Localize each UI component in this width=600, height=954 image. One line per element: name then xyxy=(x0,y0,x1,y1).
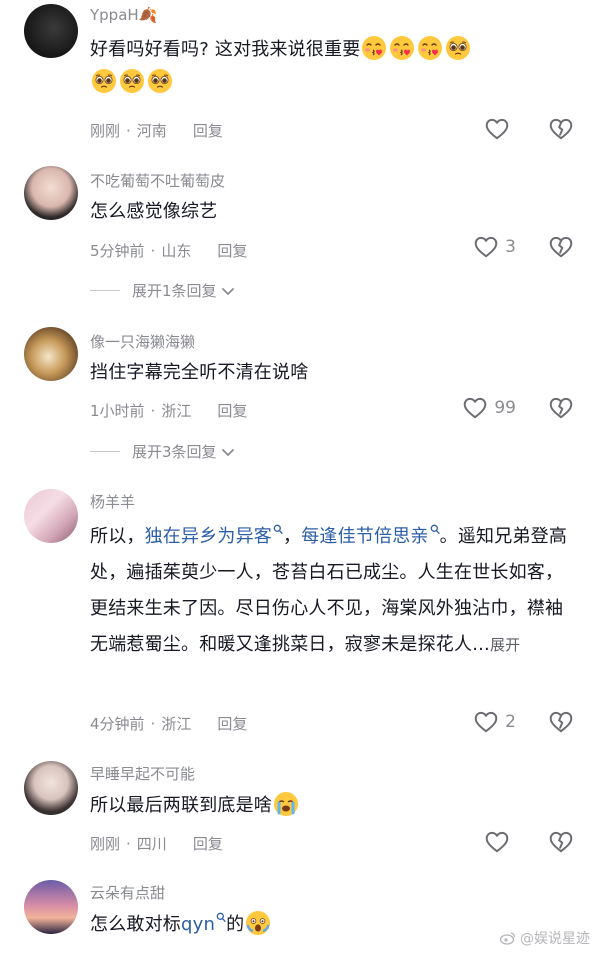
comment-text: 好看吗好看吗? 这对我来说很重要 xyxy=(90,33,580,99)
like-button[interactable] xyxy=(484,116,516,142)
like-button[interactable]: 2 xyxy=(473,709,516,735)
search-link[interactable]: qyn xyxy=(181,914,226,935)
broken-heart-icon xyxy=(548,234,574,260)
broken-heart-icon xyxy=(548,395,574,421)
screaming-emoji-icon xyxy=(245,910,271,936)
pleading-emoji-icon xyxy=(91,68,117,94)
weibo-logo-icon xyxy=(500,932,516,945)
dislike-button[interactable] xyxy=(548,395,574,425)
chevron-down-icon xyxy=(221,448,234,456)
reply-button[interactable]: 回复 xyxy=(217,715,247,733)
heart-outline-icon xyxy=(473,234,499,260)
broken-heart-icon xyxy=(548,829,574,855)
comment-location: 山东 xyxy=(161,242,192,260)
like-count: 99 xyxy=(494,398,516,418)
reply-button[interactable]: 回复 xyxy=(217,242,247,260)
comment-location: 四川 xyxy=(136,835,167,853)
dislike-button[interactable] xyxy=(548,116,574,146)
like-count: 2 xyxy=(505,712,516,732)
comment-meta: 刚刚 · 四川 回复 xyxy=(90,835,223,853)
search-icon xyxy=(273,524,283,536)
comment-location: 浙江 xyxy=(161,715,192,733)
comment-username[interactable]: 早睡早起不可能 xyxy=(90,763,195,784)
search-link[interactable]: 独在异乡为异客 xyxy=(145,526,283,547)
comment-text-content: 好看吗好看吗? 这对我来说很重要 xyxy=(90,39,361,60)
comment-username[interactable]: 杨羊羊 xyxy=(90,491,135,512)
comment-text-prefix: 所以， xyxy=(90,526,145,547)
dislike-button[interactable] xyxy=(548,829,574,859)
comment-location: 浙江 xyxy=(161,402,192,420)
watermark: @娱说星迹 xyxy=(500,928,590,948)
comment-meta: 4分钟前 · 浙江 回复 xyxy=(90,715,248,733)
comment-username[interactable]: 像一只海獭海獭 xyxy=(90,331,195,352)
kiss-emoji-icon xyxy=(361,35,387,61)
comment-text-rest: 的 xyxy=(226,914,245,935)
dislike-button[interactable] xyxy=(548,709,574,739)
comment-meta: 1小时前 · 浙江 回复 xyxy=(90,402,248,420)
expand-replies-button[interactable]: 展开1条回复 xyxy=(90,280,236,301)
heart-outline-icon xyxy=(484,116,510,142)
search-icon xyxy=(430,524,440,536)
comment-text: 怎么感觉像综艺 xyxy=(90,201,218,222)
comment-username[interactable]: YppaH🍂 xyxy=(90,6,157,24)
comment-time: 刚刚 xyxy=(90,835,121,853)
avatar[interactable] xyxy=(24,489,78,543)
comment-meta: 5分钟前 · 山东 回复 xyxy=(90,242,248,260)
search-link-text: 每逢佳节倍思亲 xyxy=(301,526,429,547)
comment-time: 5分钟前 xyxy=(90,242,145,260)
comment-text-prefix: 怎么敢对标 xyxy=(90,914,181,935)
broken-heart-icon xyxy=(548,116,574,142)
reply-button[interactable]: 回复 xyxy=(217,402,247,420)
comment-text: 所以最后两联到底是啥 xyxy=(90,789,580,822)
kiss-emoji-icon xyxy=(417,35,443,61)
like-button[interactable]: 99 xyxy=(462,395,516,421)
kiss-emoji-icon xyxy=(389,35,415,61)
reply-button[interactable]: 回复 xyxy=(193,122,223,140)
avatar[interactable] xyxy=(24,4,78,58)
heart-outline-icon xyxy=(462,395,488,421)
search-link-text: 独在异乡为异客 xyxy=(144,526,273,547)
comment-text-separator: ， xyxy=(283,526,302,547)
search-link[interactable]: 每逢佳节倍思亲 xyxy=(301,526,439,547)
avatar[interactable] xyxy=(24,880,78,934)
avatar[interactable] xyxy=(24,327,78,381)
divider xyxy=(90,451,120,452)
pleading-emoji-icon xyxy=(147,68,173,94)
heart-outline-icon xyxy=(473,709,499,735)
dislike-button[interactable] xyxy=(548,234,574,264)
heart-outline-icon xyxy=(484,829,510,855)
comment-location: 河南 xyxy=(136,122,167,140)
like-button[interactable]: 3 xyxy=(473,234,516,260)
comment-time: 4分钟前 xyxy=(90,715,145,733)
comment-time: 刚刚 xyxy=(90,122,121,140)
pleading-emoji-icon xyxy=(445,35,471,61)
comment-time: 1小时前 xyxy=(90,402,145,420)
search-link-text: qyn xyxy=(181,914,216,935)
expand-replies-label: 展开3条回复 xyxy=(132,443,217,461)
avatar[interactable] xyxy=(24,761,78,815)
like-button[interactable] xyxy=(484,829,516,855)
like-count: 3 xyxy=(505,237,516,257)
reply-button[interactable]: 回复 xyxy=(193,835,223,853)
comment-username[interactable]: 不吃葡萄不吐葡萄皮 xyxy=(90,170,225,191)
avatar[interactable] xyxy=(24,166,78,220)
pleading-emoji-icon xyxy=(119,68,145,94)
broken-heart-icon xyxy=(548,709,574,735)
expand-replies-label: 展开1条回复 xyxy=(132,282,217,300)
chevron-down-icon xyxy=(221,287,234,295)
comment-text: 挡住字幕完全听不清在说啥 xyxy=(90,362,309,383)
expand-replies-button[interactable]: 展开3条回复 xyxy=(90,441,236,462)
comment-text-content: 所以最后两联到底是啥 xyxy=(90,795,272,816)
comment-username[interactable]: 云朵有点甜 xyxy=(90,882,165,903)
expand-text-button[interactable]: 展开 xyxy=(490,636,520,654)
comment-text: 所以，独在异乡为异客 ，每逢佳节倍思亲 。遥知兄弟登高处，遍插茱萸少一人，苍苔白石已… xyxy=(90,519,580,663)
crying-emoji-icon xyxy=(273,791,299,817)
comment-meta: 刚刚 · 河南 回复 xyxy=(90,122,223,140)
search-icon xyxy=(216,912,226,924)
watermark-text: @娱说星迹 xyxy=(520,931,590,947)
divider xyxy=(90,290,120,291)
